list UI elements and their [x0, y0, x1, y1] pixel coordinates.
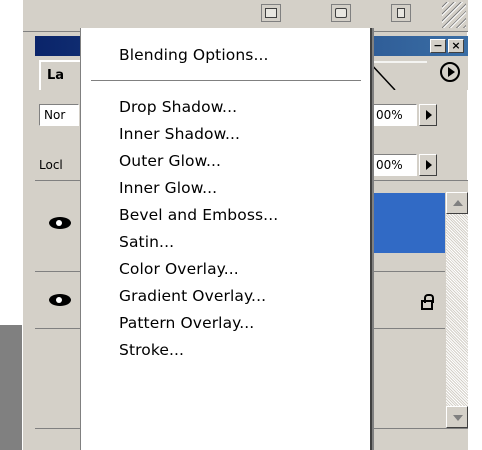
- menu-separator: [91, 80, 361, 82]
- tab-divider: [367, 61, 427, 90]
- menu-item-inner-shadow[interactable]: Inner Shadow...: [119, 125, 240, 149]
- fill-arrow-icon[interactable]: [419, 154, 437, 176]
- mask-icon[interactable]: [331, 4, 351, 22]
- layer-visibility-cell[interactable]: [35, 193, 85, 253]
- lock-icon: [421, 294, 434, 310]
- layers-scrollbar[interactable]: [446, 192, 468, 428]
- opacity-arrow-icon[interactable]: [419, 104, 437, 126]
- resize-grip-icon[interactable]: [442, 2, 466, 28]
- opacity-field[interactable]: 00%: [371, 104, 417, 126]
- blend-mode-select[interactable]: Nor: [39, 104, 79, 126]
- menu-item-gradient-overlay[interactable]: Gradient Overlay...: [119, 287, 266, 311]
- layer-style-menu: Blending Options... Drop Shadow... Inner…: [80, 28, 372, 450]
- desktop-gray-area: [0, 325, 22, 450]
- minimize-button[interactable]: −: [430, 39, 446, 53]
- menu-item-color-overlay[interactable]: Color Overlay...: [119, 260, 239, 284]
- eye-icon[interactable]: [49, 217, 71, 229]
- flyout-arrow-icon[interactable]: [440, 62, 460, 82]
- scroll-up-icon[interactable]: [446, 192, 468, 214]
- lock-label: Locl: [39, 158, 63, 172]
- menu-item-blending-options[interactable]: Blending Options...: [119, 46, 269, 70]
- menu-item-stroke[interactable]: Stroke...: [119, 341, 184, 365]
- scroll-down-icon[interactable]: [446, 406, 468, 428]
- menu-item-outer-glow[interactable]: Outer Glow...: [119, 152, 221, 176]
- eye-icon[interactable]: [49, 294, 71, 306]
- trash-icon[interactable]: [391, 4, 411, 22]
- new-layer-icon[interactable]: [261, 4, 281, 22]
- menu-item-drop-shadow[interactable]: Drop Shadow...: [119, 98, 237, 122]
- menu-item-pattern-overlay[interactable]: Pattern Overlay...: [119, 314, 254, 338]
- fill-field[interactable]: 00%: [371, 154, 417, 176]
- menu-item-bevel-emboss[interactable]: Bevel and Emboss...: [119, 206, 278, 230]
- menu-item-satin[interactable]: Satin...: [119, 233, 174, 257]
- close-button[interactable]: ×: [448, 39, 464, 53]
- menu-item-inner-glow[interactable]: Inner Glow...: [119, 179, 217, 203]
